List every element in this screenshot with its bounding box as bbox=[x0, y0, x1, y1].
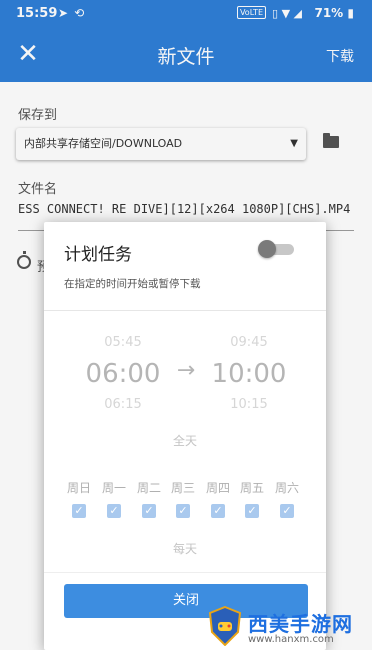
checkbox-icon[interactable]: ✓ bbox=[142, 504, 156, 518]
day-friday[interactable]: 周五 ✓ bbox=[235, 480, 269, 518]
start-time-current: 06:00 bbox=[85, 359, 161, 389]
day-thursday[interactable]: 周四 ✓ bbox=[201, 480, 235, 518]
all-day-label[interactable]: 全天 bbox=[44, 432, 326, 449]
day-label: 周三 bbox=[170, 481, 195, 495]
checkbox-icon[interactable]: ✓ bbox=[280, 504, 294, 518]
start-time-next: 06:15 bbox=[104, 397, 142, 412]
day-label: 周四 bbox=[205, 481, 230, 495]
dialog-title: 计划任务 bbox=[64, 245, 132, 265]
watermark-url: www.hanxm.com bbox=[248, 634, 334, 645]
end-time-current: 10:00 bbox=[211, 359, 287, 389]
dialog-subtitle: 在指定的时间开始或暂停下载 bbox=[64, 278, 201, 290]
day-sunday[interactable]: 周日 ✓ bbox=[62, 480, 96, 518]
checkbox-icon[interactable]: ✓ bbox=[211, 504, 225, 518]
shield-logo-icon bbox=[208, 606, 242, 646]
schedule-toggle[interactable] bbox=[258, 240, 294, 258]
toggle-knob bbox=[258, 240, 276, 258]
checkbox-icon[interactable]: ✓ bbox=[245, 504, 259, 518]
end-time-next: 10:15 bbox=[230, 397, 268, 412]
weekday-selector: 周日 ✓ 周一 ✓ 周二 ✓ 周三 ✓ 周四 ✓ 周五 ✓ 周六 ✓ bbox=[62, 480, 314, 520]
schedule-dialog: 计划任务 在指定的时间开始或暂停下载 05:45 06:00 06:15 → 0… bbox=[44, 222, 326, 650]
day-label: 周六 bbox=[274, 481, 299, 495]
checkbox-icon[interactable]: ✓ bbox=[107, 504, 121, 518]
day-tuesday[interactable]: 周二 ✓ bbox=[132, 480, 166, 518]
checkbox-icon[interactable]: ✓ bbox=[72, 504, 86, 518]
every-day-label: 每天 bbox=[172, 542, 197, 556]
day-wednesday[interactable]: 周三 ✓ bbox=[166, 480, 200, 518]
start-time-picker[interactable]: 05:45 06:00 06:15 bbox=[78, 332, 168, 416]
arrow-right-icon: → bbox=[176, 358, 196, 383]
watermark-logo: 西美手游网 www.hanxm.com bbox=[208, 606, 372, 650]
day-label: 周日 bbox=[66, 481, 91, 495]
end-time-prev: 09:45 bbox=[230, 335, 268, 350]
watermark-text: 西美手游网 bbox=[248, 612, 353, 636]
day-monday[interactable]: 周一 ✓ bbox=[97, 480, 131, 518]
end-time-picker[interactable]: 09:45 10:00 10:15 bbox=[204, 332, 294, 416]
day-label: 周五 bbox=[239, 481, 264, 495]
divider bbox=[44, 310, 326, 311]
day-saturday[interactable]: 周六 ✓ bbox=[270, 480, 304, 518]
checkbox-icon[interactable]: ✓ bbox=[176, 504, 190, 518]
day-label: 周二 bbox=[136, 481, 161, 495]
start-time-prev: 05:45 bbox=[104, 335, 142, 350]
day-label: 周一 bbox=[101, 481, 126, 495]
divider bbox=[44, 572, 326, 573]
